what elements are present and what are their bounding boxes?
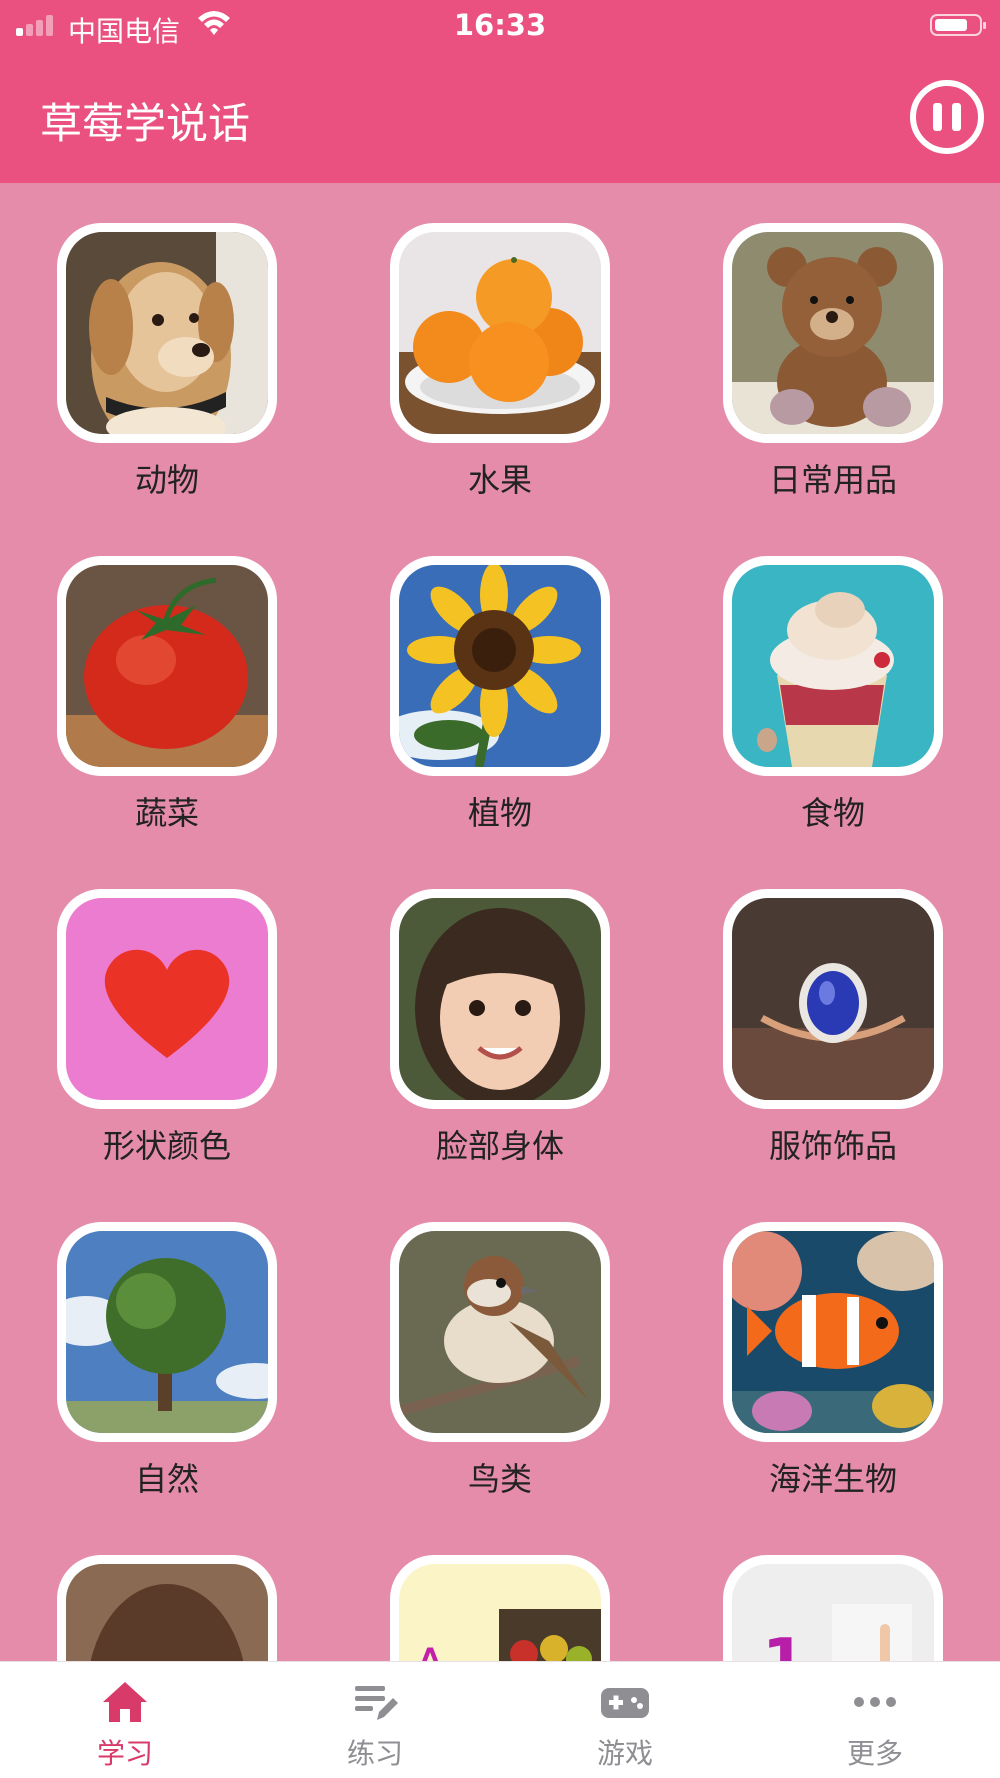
app-title: 草莓学说话 bbox=[40, 99, 251, 148]
girl-face-photo bbox=[399, 898, 601, 1100]
home-icon bbox=[103, 1682, 147, 1722]
ice-cream-photo bbox=[732, 565, 934, 767]
category-label: 海洋生物 bbox=[768, 1460, 897, 1498]
category-grid: 动物 水果 日常用品 蔬菜 植物 食物 形状颜色 脸部身体 服饰饰品 自然 鸟类… bbox=[0, 183, 1000, 1661]
gamepad-icon bbox=[601, 1688, 649, 1718]
tab-label: 更多 bbox=[846, 1737, 903, 1770]
dog-photo bbox=[66, 232, 268, 434]
battery-icon bbox=[930, 14, 986, 36]
letters-photo: A bbox=[399, 1564, 601, 1661]
tab-bar: 学习 练习 游戏 更多 bbox=[0, 1661, 1000, 1778]
numbers-photo: 1 bbox=[732, 1564, 934, 1661]
category-label: 水果 bbox=[467, 461, 532, 499]
tab-label: 学习 bbox=[96, 1737, 153, 1770]
tomato-photo bbox=[66, 565, 268, 767]
clownfish-photo bbox=[732, 1231, 934, 1433]
more-icon bbox=[854, 1697, 896, 1707]
sunflower-photo bbox=[399, 565, 601, 767]
status-time: 16:33 bbox=[453, 8, 547, 42]
tab-label: 游戏 bbox=[596, 1737, 653, 1770]
ring-photo bbox=[732, 898, 934, 1100]
svg-text:A: A bbox=[413, 1638, 447, 1661]
tab-practice[interactable]: 练习 bbox=[250, 1662, 500, 1778]
sparrow-photo bbox=[399, 1231, 601, 1433]
category-label: 植物 bbox=[467, 794, 532, 832]
category-label: 形状颜色 bbox=[102, 1127, 231, 1165]
category-label: 蔬菜 bbox=[134, 794, 199, 832]
category-label: 脸部身体 bbox=[435, 1127, 564, 1165]
oranges-photo bbox=[399, 232, 601, 434]
svg-text:1: 1 bbox=[762, 1626, 807, 1661]
category-label: 动物 bbox=[134, 461, 199, 499]
category-label: 食物 bbox=[800, 794, 865, 832]
tree-photo bbox=[66, 1231, 268, 1433]
category-label: 日常用品 bbox=[768, 461, 897, 499]
pause-icon bbox=[933, 103, 942, 131]
heart-icon bbox=[66, 898, 268, 1100]
pause-button[interactable] bbox=[910, 80, 984, 154]
category-label: 鸟类 bbox=[467, 1460, 532, 1498]
tab-learn[interactable]: 学习 bbox=[0, 1662, 250, 1778]
app-header: 草莓学说话 bbox=[0, 52, 1000, 183]
category-label: 自然 bbox=[134, 1460, 199, 1498]
tab-more[interactable]: 更多 bbox=[750, 1662, 1000, 1778]
edit-list-icon bbox=[355, 1686, 398, 1720]
teddy-bear-photo bbox=[732, 232, 934, 434]
status-bar: 中国电信 16:33 bbox=[0, 0, 1000, 52]
girl-photo bbox=[66, 1564, 268, 1661]
category-label: 服饰饰品 bbox=[768, 1127, 897, 1165]
tab-label: 练习 bbox=[346, 1737, 403, 1770]
tab-games[interactable]: 游戏 bbox=[500, 1662, 750, 1778]
